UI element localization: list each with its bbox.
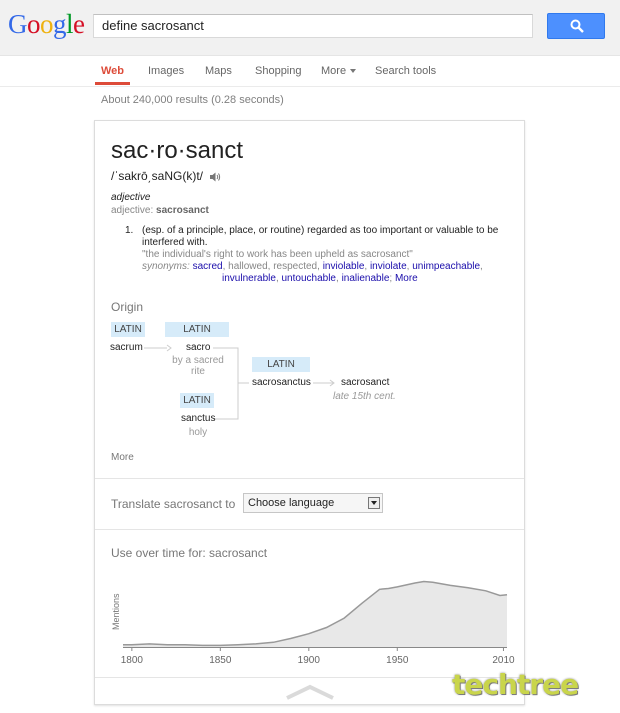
logo-letter: l	[66, 9, 74, 39]
etym-word-sacrosanct: sacrosanct	[341, 377, 390, 388]
x-tick-label: 1900	[298, 655, 321, 666]
dropdown-arrow-icon	[368, 497, 380, 509]
language-select[interactable]: Choose language	[243, 493, 383, 513]
search-input[interactable]: define sacrosanct	[93, 14, 533, 38]
language-tag: LATIN	[165, 322, 229, 337]
google-logo[interactable]: Google	[8, 9, 85, 39]
origin-more-link[interactable]: More	[111, 452, 134, 463]
logo-letter: e	[73, 9, 85, 39]
tab-more[interactable]: More	[321, 65, 357, 77]
tab-search-tools[interactable]: Search tools	[375, 65, 436, 77]
logo-letter: o	[40, 9, 54, 39]
search-icon	[570, 19, 584, 33]
definition-card: sac·ro·sanct /ˈsakrō͵saNG(k)t/ adjective…	[94, 120, 525, 705]
etym-date-note: late 15th cent.	[333, 391, 396, 402]
language-tag: LATIN	[111, 322, 145, 337]
language-tag: LATIN	[180, 393, 214, 408]
results-stats: About 240,000 results (0.28 seconds)	[101, 94, 284, 106]
etym-gloss-sacro: by a sacred rite	[172, 355, 224, 377]
etymology-connectors	[144, 344, 335, 420]
collapse-chevron-icon[interactable]	[285, 683, 335, 701]
divider	[95, 478, 524, 479]
top-bar: Google define sacrosanct	[0, 0, 620, 56]
tab-web[interactable]: Web	[101, 65, 124, 77]
logo-letter: o	[27, 9, 41, 39]
x-tick-label: 1950	[386, 655, 409, 666]
x-tick-label: 2010	[492, 655, 515, 666]
search-button[interactable]	[547, 13, 605, 39]
tab-shopping[interactable]: Shopping	[255, 65, 302, 77]
chevron-down-icon	[350, 69, 357, 74]
etym-gloss-sanctus: holy	[188, 427, 208, 438]
etym-word-sacrosanctus: sacrosanctus	[252, 377, 311, 388]
y-axis-label: Mentions	[111, 593, 121, 630]
etym-word-sacro: sacro	[186, 342, 211, 353]
active-tab-indicator	[95, 82, 130, 85]
x-tick-label: 1850	[209, 655, 232, 666]
divider	[95, 529, 524, 530]
usage-chart: 1800 1850 1900 1950 2010 Mentions	[111, 569, 515, 666]
search-nav: Web Images Maps Shopping More Search too…	[0, 56, 620, 87]
tab-images[interactable]: Images	[148, 65, 184, 77]
tab-more-label: More	[321, 65, 347, 77]
logo-letter: g	[53, 9, 67, 39]
logo-letter: G	[8, 9, 28, 39]
etym-word-sacrum: sacrum	[110, 342, 143, 353]
watermark-logo: techtree	[452, 668, 579, 701]
etym-word-sanctus: sanctus	[181, 413, 216, 424]
usage-title: Use over time for: sacrosanct	[111, 546, 268, 560]
x-tick-label: 1800	[121, 655, 144, 666]
translate-label: Translate sacrosanct to	[111, 497, 236, 511]
tab-maps[interactable]: Maps	[205, 65, 232, 77]
language-select-value: Choose language	[248, 497, 335, 509]
language-tag: LATIN	[252, 357, 310, 372]
